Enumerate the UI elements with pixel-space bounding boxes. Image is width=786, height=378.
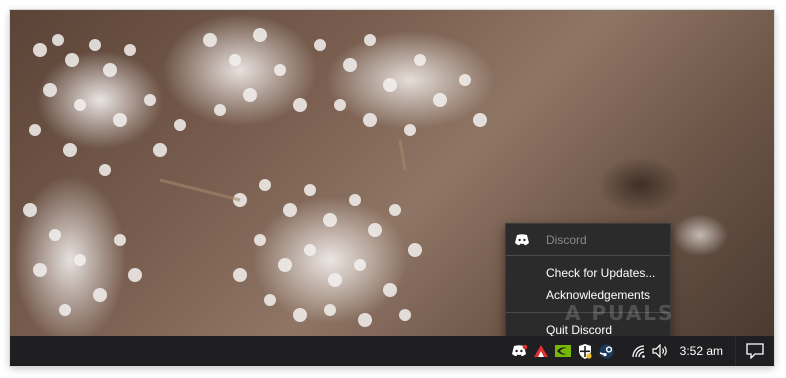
menu-header: Discord <box>506 224 670 255</box>
tray-spacer <box>618 336 628 366</box>
desktop-screenshot: Discord Check for Updates... Acknowledge… <box>10 10 774 366</box>
acknowledgements-menu-item[interactable]: Acknowledgements <box>506 284 670 306</box>
network-icon[interactable] <box>628 336 650 366</box>
taskbar-clock[interactable]: 3:52 am <box>672 336 735 366</box>
security-shield-tray-icon[interactable] <box>574 336 596 366</box>
discord-logo-icon <box>514 233 532 246</box>
nvidia-tray-icon[interactable] <box>552 336 574 366</box>
menu-header-label: Discord <box>546 232 587 247</box>
system-tray: 3:52 am <box>508 336 774 366</box>
discord-tray-context-menu: Discord Check for Updates... Acknowledge… <box>505 223 671 346</box>
steam-tray-icon[interactable] <box>596 336 618 366</box>
action-center-icon[interactable] <box>735 336 774 366</box>
volume-icon[interactable] <box>650 336 672 366</box>
check-for-updates-menu-item[interactable]: Check for Updates... <box>506 262 670 284</box>
red-arrow-tray-icon[interactable] <box>530 336 552 366</box>
discord-tray-icon[interactable] <box>508 336 530 366</box>
taskbar: 3:52 am <box>10 336 774 366</box>
